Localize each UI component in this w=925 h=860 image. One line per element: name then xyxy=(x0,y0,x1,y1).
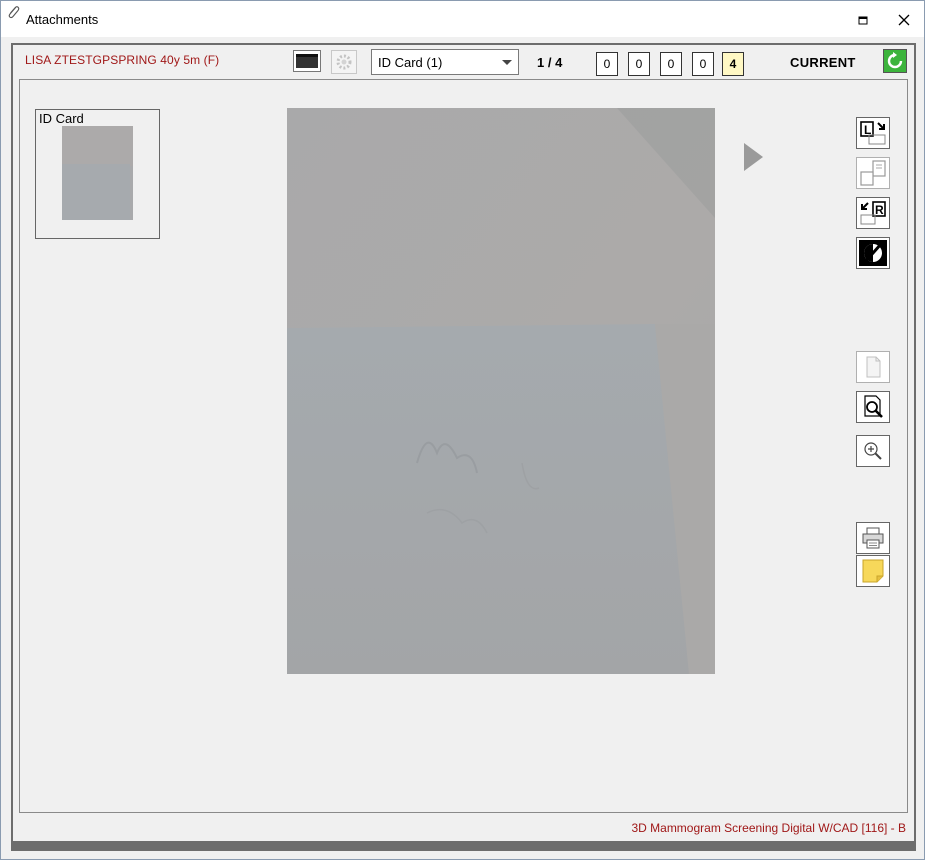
document-image[interactable] xyxy=(287,108,715,674)
thumbnail-id-card[interactable]: ID Card xyxy=(35,109,160,239)
document-type-value: ID Card (1) xyxy=(378,55,443,70)
page-indicator: 1 / 4 xyxy=(537,55,563,70)
sticky-note-icon xyxy=(862,559,884,583)
page-layout-icon xyxy=(860,160,886,186)
window-title: Attachments xyxy=(26,12,99,27)
paperclip-icon xyxy=(8,6,20,19)
title-bar: Attachments xyxy=(1,1,924,37)
attachments-window: Attachments LISA ZTESTGPSPRING 40y 5m (F… xyxy=(0,0,925,860)
rotate-right-button[interactable]: R xyxy=(856,197,890,229)
play-right-icon xyxy=(744,143,763,171)
magnify-document-icon xyxy=(864,395,883,418)
thumbnail-label: ID Card xyxy=(39,111,84,126)
page-layout-button[interactable] xyxy=(856,157,890,189)
zoom-in-icon xyxy=(864,442,882,460)
count-box-4[interactable]: 0 xyxy=(692,52,714,76)
print-button[interactable] xyxy=(856,522,890,554)
exam-description: 3D Mammogram Screening Digital W/CAD [11… xyxy=(631,821,906,835)
refresh-button[interactable] xyxy=(883,49,907,73)
document-viewport: ID Card L R xyxy=(19,79,908,813)
maximize-icon xyxy=(858,16,868,25)
zoom-in-button[interactable] xyxy=(856,435,890,467)
chevron-down-icon xyxy=(502,60,512,65)
svg-text:R: R xyxy=(875,203,884,217)
viewer-frame: LISA ZTESTGPSPRING 40y 5m (F) ID Card (1… xyxy=(11,43,916,851)
blank-page-button[interactable] xyxy=(856,351,890,383)
maximize-button[interactable] xyxy=(853,10,873,30)
settings-button[interactable] xyxy=(331,50,357,79)
sticky-note-button[interactable] xyxy=(856,555,890,587)
viewer-panel: LISA ZTESTGPSPRING 40y 5m (F) ID Card (1… xyxy=(13,45,914,841)
thumbnail-image xyxy=(62,126,133,220)
count-box-2[interactable]: 0 xyxy=(628,52,650,76)
rotate-left-button[interactable]: L xyxy=(856,117,890,149)
invert-button[interactable] xyxy=(856,237,890,269)
monitor-icon xyxy=(293,50,321,72)
close-icon xyxy=(898,14,910,26)
count-box-1[interactable]: 0 xyxy=(596,52,618,76)
count-box-3[interactable]: 0 xyxy=(660,52,682,76)
rotate-right-icon: R xyxy=(860,201,886,225)
status-label: CURRENT xyxy=(790,55,856,70)
document-type-dropdown[interactable]: ID Card (1) xyxy=(371,49,519,75)
refresh-icon xyxy=(884,50,906,72)
close-button[interactable] xyxy=(894,10,914,30)
document-icon xyxy=(866,356,881,378)
printer-icon xyxy=(862,527,884,549)
patient-info: LISA ZTESTGPSPRING 40y 5m (F) xyxy=(25,53,220,67)
gear-icon xyxy=(331,50,357,74)
find-document-button[interactable] xyxy=(856,391,890,423)
count-box-5[interactable]: 4 xyxy=(722,52,744,76)
rotate-left-icon: L xyxy=(860,121,886,145)
invert-icon xyxy=(859,240,887,266)
screen-view-button[interactable] xyxy=(293,50,321,77)
next-page-arrow[interactable] xyxy=(743,142,765,177)
